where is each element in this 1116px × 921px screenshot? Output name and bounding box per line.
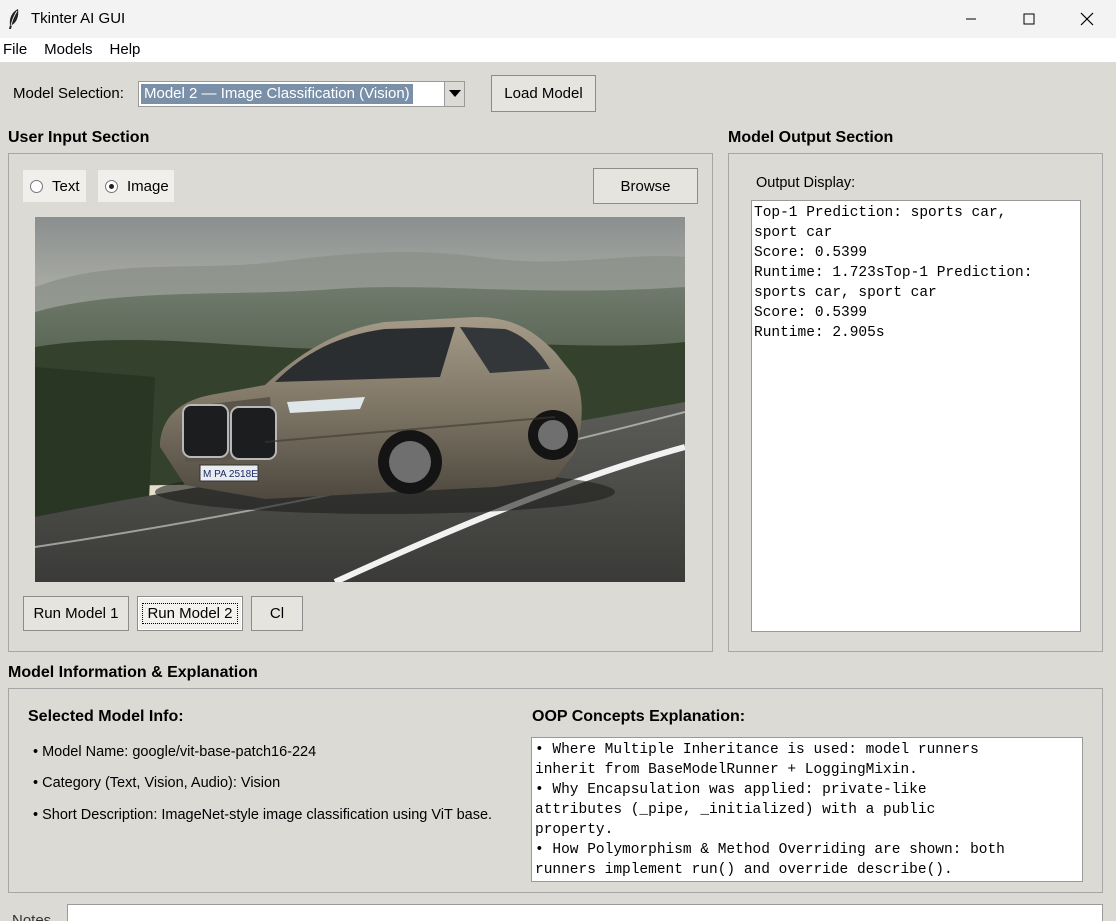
close-icon xyxy=(1080,12,1094,26)
radio-text[interactable]: Text xyxy=(23,170,86,202)
model-select-value: Model 2 — Image Classification (Vision) xyxy=(141,84,413,104)
maximize-button[interactable] xyxy=(1000,0,1058,38)
load-model-button[interactable]: Load Model xyxy=(491,75,596,112)
description-line: • Short Description: ImageNet-style imag… xyxy=(33,807,493,823)
info-section-title: Model Information & Explanation xyxy=(8,664,258,681)
oop-title: OOP Concepts Explanation: xyxy=(532,708,746,725)
run-model-1-button[interactable]: Run Model 1 xyxy=(23,596,129,631)
radio-image[interactable]: Image xyxy=(98,170,174,202)
image-preview: M PA 2518E xyxy=(35,217,685,582)
minimize-icon xyxy=(966,18,976,20)
dropdown-arrow-icon[interactable] xyxy=(444,82,464,106)
car-photo: M PA 2518E xyxy=(35,217,685,582)
radio-image-label: Image xyxy=(127,177,169,195)
menu-models[interactable]: Models xyxy=(36,38,101,62)
menu-file[interactable]: File xyxy=(0,38,36,62)
minimize-button[interactable] xyxy=(942,0,1000,38)
run-model-2-button[interactable]: Run Model 2 xyxy=(137,596,243,631)
oop-textbox[interactable]: • Where Multiple Inheritance is used: mo… xyxy=(531,737,1083,882)
output-section-title: Model Output Section xyxy=(728,129,894,146)
feather-icon xyxy=(9,9,19,29)
browse-button[interactable]: Browse xyxy=(593,168,698,204)
radio-image-indicator xyxy=(105,179,118,193)
notes-input[interactable] xyxy=(67,904,1103,921)
radio-text-label: Text xyxy=(52,177,80,195)
category-line: • Category (Text, Vision, Audio): Vision xyxy=(33,775,281,791)
close-button[interactable] xyxy=(1058,0,1116,38)
main-area: Model Selection: Model 2 — Image Classif… xyxy=(0,62,1116,921)
run-model-2-label: Run Model 2 xyxy=(142,603,238,624)
maximize-icon xyxy=(1023,13,1035,25)
input-section-title: User Input Section xyxy=(8,129,150,146)
menu-bar: File Models Help xyxy=(0,38,1116,62)
window-title: Tkinter AI GUI xyxy=(31,10,126,27)
notes-label: Notes xyxy=(12,912,52,921)
radio-text-indicator xyxy=(30,179,43,193)
title-bar: Tkinter AI GUI xyxy=(0,0,1116,38)
output-textbox[interactable]: Top-1 Prediction: sports car, sport car … xyxy=(751,200,1081,632)
selected-model-title: Selected Model Info: xyxy=(28,708,184,725)
menu-help[interactable]: Help xyxy=(102,38,150,62)
model-selection-label: Model Selection: xyxy=(13,85,124,102)
svg-text:M PA 2518E: M PA 2518E xyxy=(203,469,258,480)
output-display-label: Output Display: xyxy=(756,175,856,191)
clear-button[interactable]: Cl xyxy=(251,596,303,631)
model-select-combobox[interactable]: Model 2 — Image Classification (Vision) xyxy=(138,81,465,107)
model-name-line: • Model Name: google/vit-base-patch16-22… xyxy=(33,744,317,760)
